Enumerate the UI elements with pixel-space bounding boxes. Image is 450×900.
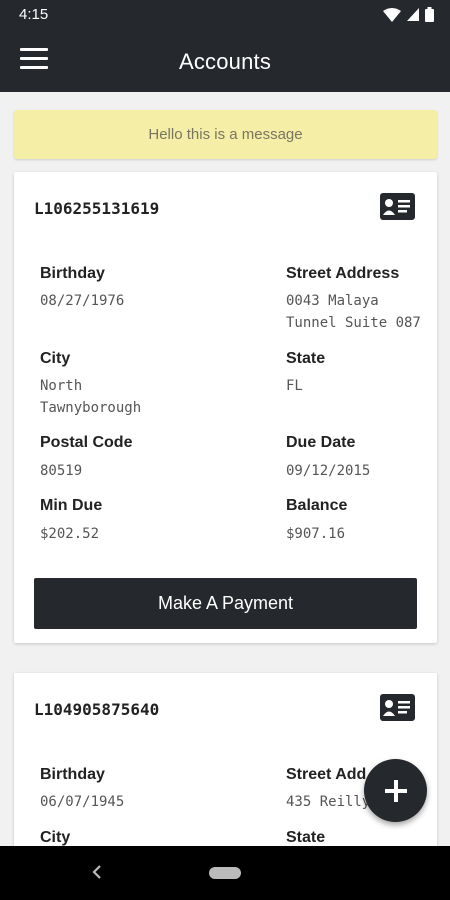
min-due-value: $202.52: [40, 526, 100, 542]
state-label: State: [286, 350, 326, 367]
battery-icon: [425, 7, 434, 22]
street-address-label: Street Add: [286, 766, 367, 783]
birthday-label: Birthday: [40, 265, 105, 282]
city-label: City: [40, 350, 71, 367]
city-label: City: [40, 829, 71, 846]
account-card: L106255131619 Birthday 08/27/1976 Street…: [14, 172, 437, 643]
status-bar: 4:15: [0, 0, 450, 30]
status-icons: [383, 7, 434, 22]
balance-label: Balance: [286, 497, 348, 514]
account-number: L104905875640: [34, 700, 160, 719]
birthday-value: 06/07/1945: [40, 794, 125, 810]
birthday-value: 08/27/1976: [40, 293, 125, 309]
accounts-list[interactable]: Hello this is a message L106255131619 Bi…: [0, 92, 450, 846]
page-title: Accounts: [178, 49, 272, 74]
state-value: FL: [286, 378, 303, 394]
signal-icon: [407, 8, 419, 21]
account-number: L106255131619: [34, 199, 160, 218]
min-due-label: Min Due: [40, 497, 103, 514]
state-label: State: [286, 829, 326, 846]
back-icon[interactable]: [91, 864, 103, 880]
add-account-button[interactable]: [364, 759, 427, 822]
street-address-value: 0043 Malaya Tunnel Suite 087: [286, 293, 421, 331]
birthday-label: Birthday: [40, 766, 105, 783]
due-date-value: 09/12/2015: [286, 463, 371, 479]
plus-icon: [384, 779, 407, 802]
app-bar: Accounts: [0, 30, 450, 92]
id-card-icon[interactable]: [380, 193, 415, 220]
make-payment-button[interactable]: Make A Payment: [34, 578, 417, 629]
city-value: North Tawnyborough: [40, 378, 142, 416]
postal-code-value: 80519: [40, 463, 83, 479]
due-date-label: Due Date: [286, 434, 356, 451]
wifi-icon: [383, 7, 401, 22]
message-banner: Hello this is a message: [14, 110, 437, 159]
postal-code-label: Postal Code: [40, 434, 133, 451]
balance-value: $907.16: [286, 526, 346, 542]
system-nav-bar: [0, 846, 450, 900]
street-address-label: Street Address: [286, 265, 400, 282]
account-card: L104905875640 Birthday 06/07/1945 Street…: [14, 673, 437, 846]
home-pill[interactable]: [209, 867, 241, 879]
status-time: 4:15: [19, 6, 49, 23]
id-card-icon[interactable]: [380, 694, 415, 721]
